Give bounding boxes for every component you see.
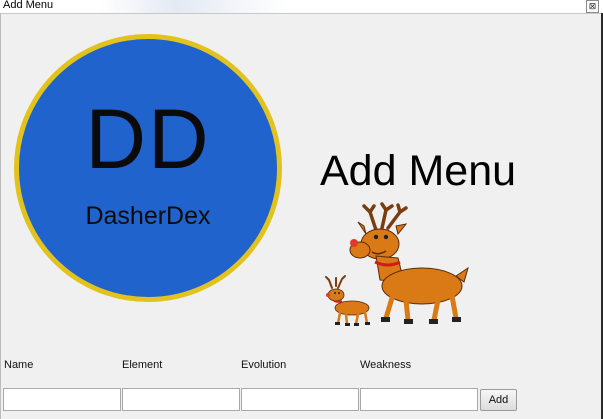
window-border-left [0, 13, 1, 419]
name-label: Name [4, 359, 34, 371]
background-window-fragment [100, 0, 290, 13]
element-input[interactable] [122, 388, 240, 411]
logo-mark: DD [85, 92, 211, 186]
weakness-label: Weakness [360, 359, 412, 371]
evolution-input[interactable] [241, 388, 359, 411]
title-bar: Add Menu ⊠ [0, 0, 603, 14]
add-button[interactable]: Add [480, 389, 517, 411]
window-title: Add Menu [3, 0, 54, 11]
close-button[interactable]: ⊠ [586, 0, 599, 13]
logo-name: DasherDex [85, 202, 211, 230]
element-label: Element [122, 359, 163, 371]
evolution-label: Evolution [241, 359, 287, 371]
dasherdex-logo: DD DasherDex [14, 34, 282, 302]
name-input[interactable] [3, 388, 121, 411]
small-reindeer-icon [325, 275, 370, 326]
reindeer-illustration [325, 202, 469, 326]
page-title: Add Menu [320, 147, 517, 195]
weakness-input[interactable] [360, 388, 478, 411]
